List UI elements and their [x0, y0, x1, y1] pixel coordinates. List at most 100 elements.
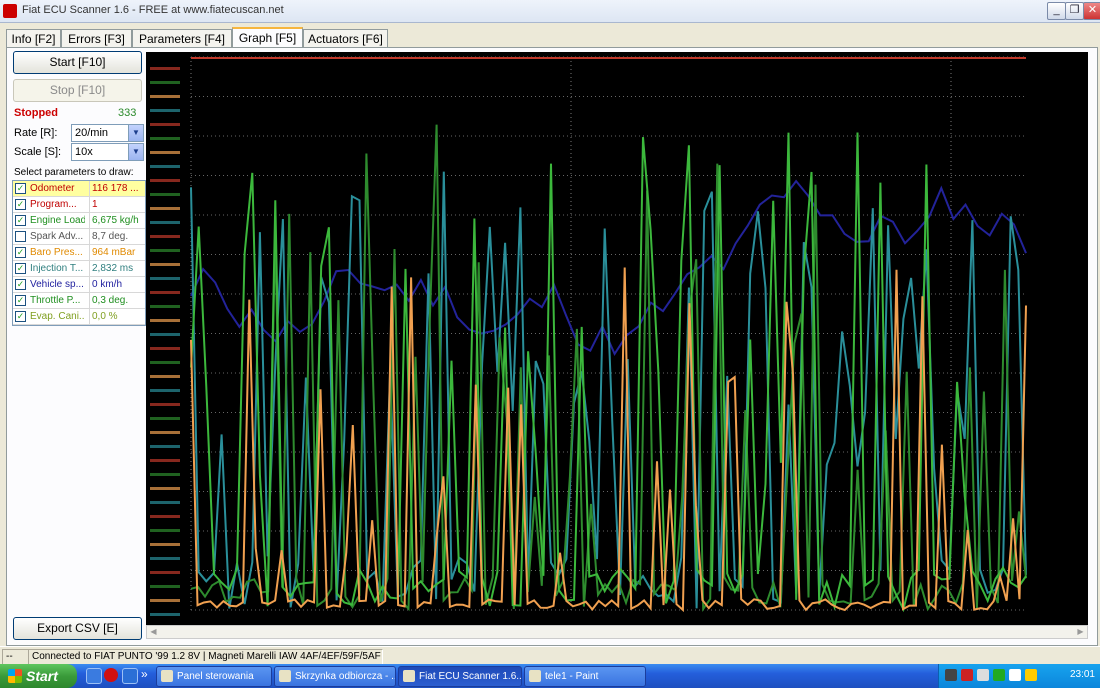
minimize-icon[interactable]: _ [1047, 2, 1066, 20]
axis-tick-label [150, 417, 180, 420]
parameter-row[interactable]: ✓ Evap. Cani... 0,0 % [13, 309, 145, 325]
axis-tick-label [150, 543, 180, 546]
tab-info[interactable]: Info [F2] [6, 29, 61, 48]
restore-icon[interactable]: ❐ [1065, 2, 1084, 20]
checkbox[interactable]: ✓ [15, 247, 26, 258]
parameter-row[interactable]: Spark Adv... 8,7 deg. [13, 229, 145, 245]
taskbar-button-control-panel[interactable]: Panel sterowania [156, 666, 272, 687]
parameter-name: Odometer [30, 183, 75, 194]
taskbar-button-ecu-scanner[interactable]: Fiat ECU Scanner 1.6... [398, 666, 522, 687]
export-csv-button[interactable]: Export CSV [E] [13, 617, 142, 640]
chevron-down-icon[interactable]: ▼ [128, 144, 143, 160]
sample-count: 333 [118, 107, 137, 119]
axis-tick-label [150, 459, 180, 462]
status-cell-left: -- [2, 649, 29, 665]
axis-tick-label [150, 207, 180, 210]
scale-select[interactable]: 10x ▼ [71, 143, 144, 161]
axis-tick-label [150, 221, 180, 224]
axis-tick-label [150, 501, 180, 504]
axis-tick-label [150, 403, 180, 406]
axis-tick-label [150, 165, 180, 168]
axis-tick-label [150, 613, 180, 616]
parameter-row[interactable]: ✓ Engine Load 6,675 kg/h [13, 213, 145, 229]
checkbox[interactable] [15, 231, 26, 242]
checkbox[interactable]: ✓ [15, 215, 26, 226]
scale-value: 10x [75, 146, 93, 158]
stop-button[interactable]: Stop [F10] [13, 79, 142, 102]
checkbox[interactable]: ✓ [15, 183, 26, 194]
taskbar-button-inbox[interactable]: Skrzynka odbiorcza - ... [274, 666, 396, 687]
parameter-list: ✓ Odometer 116 178 ... ✓ Program... 1 ✓ Engin… [12, 180, 146, 326]
graph-canvas[interactable] [146, 52, 1088, 625]
chevron-down-icon[interactable]: ▼ [128, 125, 143, 141]
checkbox[interactable]: ✓ [15, 199, 26, 210]
email-icon[interactable] [86, 668, 102, 684]
tray-icon[interactable] [993, 669, 1005, 681]
parameter-name: Evap. Cani... [30, 311, 85, 322]
taskbar-button-label: Panel sterowania [177, 671, 254, 682]
rate-value: 20/min [75, 127, 109, 139]
parameter-row[interactable]: ✓ Odometer 116 178 ... [13, 181, 145, 197]
scale-label: Scale [S]: [14, 146, 62, 158]
taskbar-button-paint[interactable]: tele1 - Paint [524, 666, 646, 687]
tray-icon[interactable] [977, 669, 989, 681]
parameter-row[interactable]: ✓ Baro Pres... 964 mBar [13, 245, 145, 261]
parameter-name: Throttle P... [30, 295, 81, 306]
tray-icon[interactable] [945, 669, 957, 681]
scroll-left-icon[interactable]: ◀ [147, 626, 160, 638]
axis-tick-label [150, 151, 180, 154]
tab-parameters-label: Parameters [F4] [138, 32, 226, 46]
parameter-value: 1 [89, 197, 147, 212]
parameter-row[interactable]: ✓ Vehicle sp... 0 km/h [13, 277, 145, 293]
graph-scrollbar[interactable]: ◀ ▶ [146, 625, 1088, 639]
tab-actuators[interactable]: Actuators [F6] [303, 29, 388, 48]
status-bar: -- Connected to FIAT PUNTO '99 1.2 8V | … [0, 646, 1100, 665]
opera-icon[interactable] [104, 668, 118, 682]
axis-tick-label [150, 431, 180, 434]
windows-logo-icon [8, 669, 22, 683]
taskbar-button-label: tele1 - Paint [545, 671, 599, 682]
axis-tick-label [150, 599, 180, 602]
browser-icon[interactable] [122, 668, 138, 684]
parameter-row[interactable]: ✓ Injection T... 2,832 ms [13, 261, 145, 277]
tray-icon[interactable] [961, 669, 973, 681]
axis-tick-label [150, 319, 180, 322]
parameter-name: Program... [30, 199, 77, 210]
window-titlebar[interactable]: Fiat ECU Scanner 1.6 - FREE at www.fiate… [0, 0, 1100, 23]
parameter-name: Baro Pres... [30, 247, 83, 258]
connection-status: Connected to FIAT PUNTO '99 1.2 8V | Mag… [28, 649, 383, 665]
axis-tick-label [150, 179, 180, 182]
axis-tick-label [150, 123, 180, 126]
clock: 23:01 [1069, 669, 1095, 680]
parameter-name: Engine Load [30, 215, 85, 226]
axis-tick-label [150, 81, 180, 84]
start-menu-button[interactable]: Start [0, 664, 77, 688]
checkbox[interactable]: ✓ [15, 311, 26, 322]
quicklaunch-more-icon[interactable]: » [141, 667, 148, 681]
ecu-scanner-icon [403, 670, 415, 682]
axis-tick-label [150, 67, 180, 70]
checkbox[interactable]: ✓ [15, 295, 26, 306]
parameter-name: Vehicle sp... [30, 279, 84, 290]
tab-parameters[interactable]: Parameters [F4] [132, 29, 232, 48]
tab-errors[interactable]: Errors [F3] [61, 29, 132, 48]
tray-icon[interactable] [1009, 669, 1021, 681]
checkbox[interactable]: ✓ [15, 263, 26, 274]
start-button[interactable]: Start [F10] [13, 51, 142, 74]
tray-icon[interactable] [1025, 669, 1037, 681]
axis-tick-label [150, 585, 180, 588]
status-text: Stopped [14, 107, 58, 119]
rate-select[interactable]: 20/min ▼ [71, 124, 144, 142]
close-icon[interactable]: ✕ [1083, 2, 1100, 20]
graph-svg [150, 56, 1027, 616]
scroll-right-icon[interactable]: ▶ [1074, 626, 1087, 638]
parameter-value: 2,832 ms [89, 261, 147, 276]
checkbox[interactable]: ✓ [15, 279, 26, 290]
parameter-row[interactable]: ✓ Throttle P... 0,3 deg. [13, 293, 145, 309]
axis-tick-label [150, 333, 180, 336]
parameter-row[interactable]: ✓ Program... 1 [13, 197, 145, 213]
parameter-value: 8,7 deg. [89, 229, 147, 244]
parameter-value: 964 mBar [89, 245, 147, 260]
parameter-name: Spark Adv... [30, 231, 84, 242]
system-tray: 23:01 [938, 664, 1100, 688]
